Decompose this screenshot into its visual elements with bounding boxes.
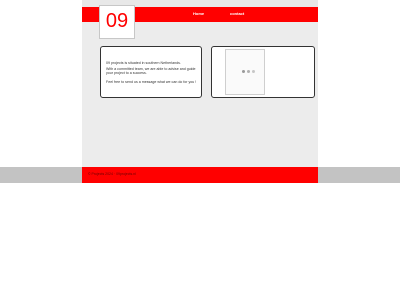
loading-dots-icon (252, 70, 255, 73)
loading-dots-icon (247, 70, 250, 73)
loading-dots-icon (242, 70, 245, 73)
nav-link-contact[interactable]: contact (230, 9, 244, 19)
nav-link-home[interactable]: Home (193, 9, 204, 19)
media-frame[interactable] (225, 49, 265, 95)
intro-paragraph-location: 09 projects is situated in southern Neth… (106, 61, 181, 65)
footer-text: © Projects 2024 · 09projects.nl (88, 172, 136, 176)
intro-paragraph-team: With a committed team, we are able to ad… (106, 67, 196, 76)
intro-paragraph-contact: Feel free to send us a message what we c… (106, 80, 197, 84)
logo-text: 09 (105, 10, 129, 32)
